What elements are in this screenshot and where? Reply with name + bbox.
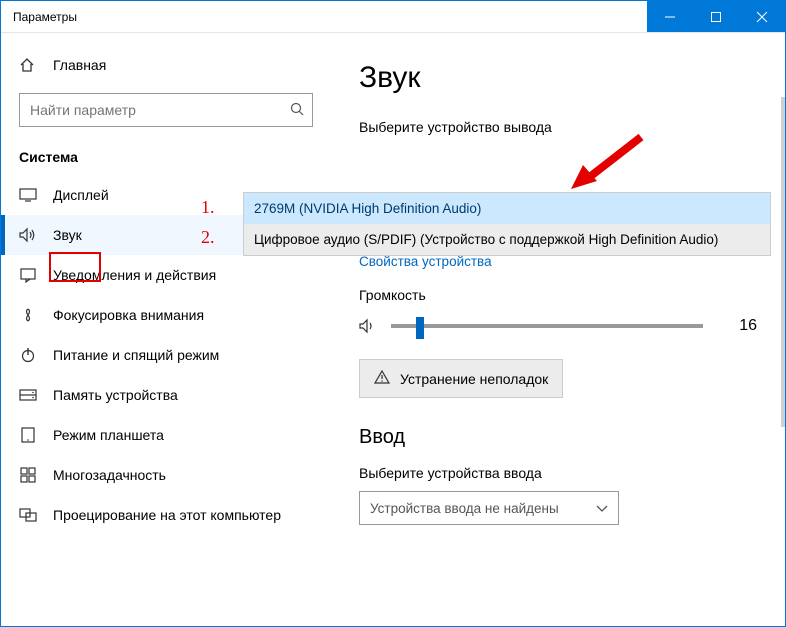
input-select-value: Устройства ввода не найдены <box>370 501 559 516</box>
sidebar-item-label: Многозадачность <box>53 467 166 483</box>
sidebar-item-project[interactable]: Проецирование на этот компьютер <box>1 495 331 535</box>
storage-icon <box>19 389 37 401</box>
page-title: Звук <box>359 61 757 95</box>
annotation-number-1: 1. <box>201 197 215 218</box>
annotation-number-2: 2. <box>201 227 215 248</box>
chevron-down-icon <box>596 501 608 516</box>
input-device-select[interactable]: Устройства ввода не найдены <box>359 491 619 525</box>
notifications-icon <box>19 267 37 283</box>
home-icon <box>19 57 37 73</box>
sidebar-item-label: Звук <box>53 227 82 243</box>
scrollbar[interactable] <box>781 97 785 427</box>
dropdown-option-2[interactable]: Цифровое аудио (S/PDIF) (Устройство с по… <box>244 224 770 255</box>
troubleshoot-label: Устранение неполадок <box>400 371 548 387</box>
sidebar-item-label: Проецирование на этот компьютер <box>53 507 281 523</box>
window-title: Параметры <box>1 10 647 24</box>
search-box[interactable] <box>19 93 313 127</box>
sidebar-item-storage[interactable]: Память устройства <box>1 375 331 415</box>
sidebar-item-multitask[interactable]: Многозадачность <box>1 455 331 495</box>
focus-icon <box>19 307 37 323</box>
home-link[interactable]: Главная <box>1 51 331 79</box>
display-icon <box>19 188 37 202</box>
home-label: Главная <box>53 57 106 73</box>
sidebar-item-label: Фокусировка внимания <box>53 307 204 323</box>
multitask-icon <box>19 467 37 483</box>
output-label: Выберите устройство вывода <box>359 119 757 135</box>
input-heading: Ввод <box>359 426 757 449</box>
sidebar-item-label: Дисплей <box>53 187 109 203</box>
volume-row: 16 <box>359 317 757 335</box>
dropdown-option-1[interactable]: 2769M (NVIDIA High Definition Audio) <box>244 193 770 224</box>
slider-thumb[interactable] <box>416 317 424 339</box>
sidebar-item-label: Режим планшета <box>53 427 164 443</box>
input-label: Выберите устройства ввода <box>359 465 757 481</box>
search-icon <box>282 102 312 119</box>
output-device-dropdown[interactable]: 2769M (NVIDIA High Definition Audio) Циф… <box>243 192 771 256</box>
sidebar: Главная Система Дисплей Звук Уведомления… <box>1 33 331 626</box>
sidebar-item-label: Питание и спящий режим <box>53 347 219 363</box>
volume-value: 16 <box>717 317 757 335</box>
project-icon <box>19 508 37 522</box>
volume-slider[interactable] <box>391 324 703 328</box>
caption-buttons <box>647 1 785 32</box>
main-panel: Звук Выберите устройство вывода параметр… <box>331 33 785 626</box>
speaker-icon[interactable] <box>359 318 377 334</box>
volume-label: Громкость <box>359 287 757 303</box>
search-input[interactable] <box>20 102 282 118</box>
settings-window: Параметры Главная Система Дисплей <box>0 0 786 627</box>
device-properties-link[interactable]: Свойства устройства <box>359 254 492 269</box>
troubleshoot-button[interactable]: Устранение неполадок <box>359 359 563 398</box>
power-icon <box>19 347 37 363</box>
annotation-box-sound <box>49 252 101 282</box>
warning-icon <box>374 370 390 387</box>
sidebar-item-tablet[interactable]: Режим планшета <box>1 415 331 455</box>
sidebar-item-focus[interactable]: Фокусировка внимания <box>1 295 331 335</box>
close-button[interactable] <box>739 1 785 32</box>
titlebar: Параметры <box>1 1 785 33</box>
sidebar-item-label: Память устройства <box>53 387 178 403</box>
section-label: Система <box>1 149 331 175</box>
annotation-arrow-icon <box>569 131 649 191</box>
tablet-icon <box>19 427 37 443</box>
minimize-button[interactable] <box>647 1 693 32</box>
maximize-button[interactable] <box>693 1 739 32</box>
sidebar-item-power[interactable]: Питание и спящий режим <box>1 335 331 375</box>
sound-icon <box>19 227 37 243</box>
